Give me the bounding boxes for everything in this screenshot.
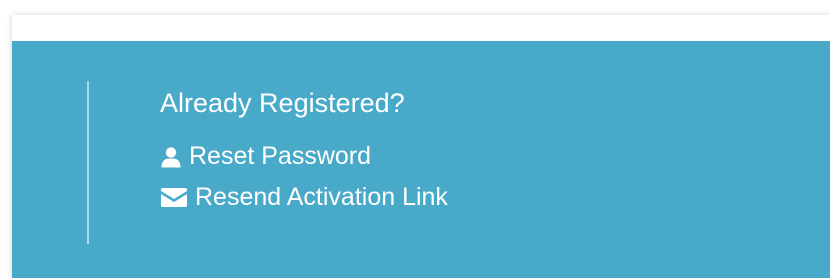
already-registered-panel: Already Registered? Reset Password Resen…	[12, 41, 830, 278]
vertical-divider	[87, 81, 89, 244]
card: Already Registered? Reset Password Resen…	[12, 15, 830, 278]
envelope-icon	[160, 187, 188, 208]
resend-activation-link[interactable]: Resend Activation Link	[160, 183, 448, 212]
reset-password-link[interactable]: Reset Password	[160, 142, 371, 171]
card-top-strip	[12, 15, 830, 41]
page: Already Registered? Reset Password Resen…	[0, 0, 830, 278]
already-registered-title: Already Registered?	[160, 88, 405, 118]
reset-password-label: Reset Password	[189, 142, 372, 170]
resend-activation-label: Resend Activation Link	[195, 183, 448, 211]
user-icon	[160, 146, 182, 168]
